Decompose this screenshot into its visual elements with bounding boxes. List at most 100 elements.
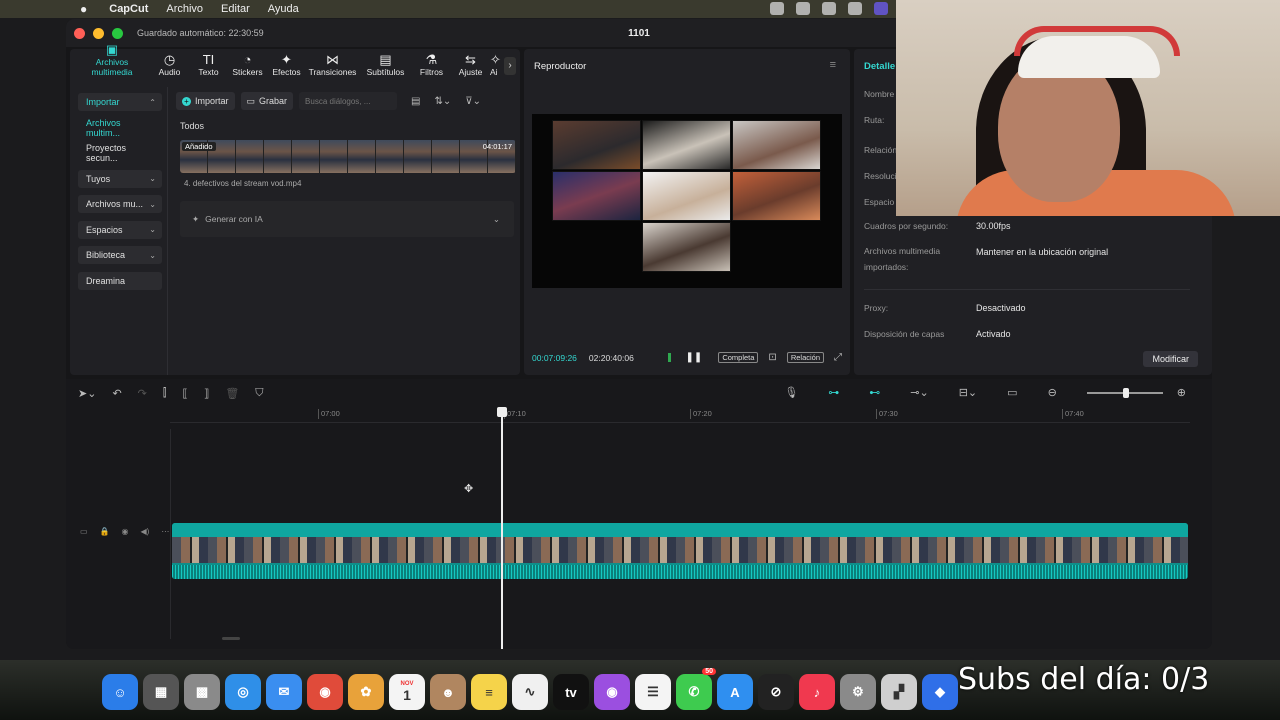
media-clip-thumbnail[interactable]: Añadido 04:01:17 xyxy=(180,140,516,173)
sidebar-item[interactable]: Archivos mu... ⌄ xyxy=(78,195,162,213)
ratio-button[interactable]: Relación xyxy=(786,352,824,363)
more-icon[interactable]: ⋯ xyxy=(161,527,169,536)
notes-icon[interactable]: ≡ xyxy=(471,674,507,710)
close-window-button[interactable] xyxy=(74,27,85,39)
trim-left-icon[interactable]: ⟦ xyxy=(182,387,187,400)
sort-icon[interactable]: ⇅⌄ xyxy=(435,96,452,107)
trim-right-icon[interactable]: ⟧ xyxy=(204,387,209,400)
zoom-in-icon[interactable]: ⊕ xyxy=(1177,386,1186,399)
import-button[interactable]: + Importar xyxy=(176,92,235,110)
launchpad-icon[interactable]: ▩ xyxy=(184,674,220,710)
music-icon[interactable]: ♪ xyxy=(799,674,835,710)
sidebar-item[interactable]: Tuyos ⌄ xyxy=(78,169,162,188)
tab-texto[interactable]: TI Texto xyxy=(189,52,228,77)
horizontal-scrollbar[interactable] xyxy=(222,637,240,640)
minimize-window-button[interactable] xyxy=(93,27,104,39)
lock-icon[interactable]: 🔒 xyxy=(100,527,110,536)
search-input[interactable] xyxy=(299,92,398,110)
zoom-out-icon[interactable]: ⊖ xyxy=(1048,386,1057,399)
video-track-clip[interactable] xyxy=(172,523,1188,579)
files-icon[interactable]: ▞ xyxy=(881,674,917,710)
audio-icon[interactable]: ◀) xyxy=(141,527,150,536)
status-icon[interactable] xyxy=(770,2,784,15)
shield-icon[interactable]: ⛉ xyxy=(255,387,263,400)
menu-help[interactable]: Ayuda xyxy=(268,3,299,15)
safari-icon[interactable]: ◎ xyxy=(225,674,261,710)
sidebar-item[interactable]: Proyectos secun... xyxy=(78,143,162,163)
mail-icon[interactable]: ✉ xyxy=(266,674,302,710)
caption-icon[interactable]: ▭ xyxy=(1007,386,1017,399)
appstore-icon[interactable]: A xyxy=(717,674,753,710)
generate-with-ai-button[interactable]: ✦ Generar con IA ⌄ xyxy=(180,201,514,237)
video-preview[interactable] xyxy=(532,114,842,288)
sidebar-item[interactable]: Dreamina xyxy=(78,271,162,290)
screenshot-icon[interactable]: ⊡ xyxy=(768,352,776,363)
volume-icon[interactable] xyxy=(848,2,862,15)
view-list-icon[interactable]: ▤ xyxy=(411,96,420,107)
tab-ajuste[interactable]: ⇆ Ajuste xyxy=(451,52,490,77)
tab-filtros[interactable]: ⚗ Filtros xyxy=(412,52,451,77)
sidebar-item[interactable]: Biblioteca ⌄ xyxy=(78,246,162,264)
roblox-icon[interactable]: ◆ xyxy=(922,674,958,710)
zoom-slider[interactable] xyxy=(1086,388,1163,398)
chevron-right-icon[interactable]: › xyxy=(504,57,516,75)
messages-icon[interactable]: ✆ 50 xyxy=(676,668,716,710)
chevron-icon: ⌃ xyxy=(149,97,156,107)
calendar-icon[interactable]: NOV 1 xyxy=(389,674,425,710)
status-icon[interactable] xyxy=(796,2,810,15)
link-clips-icon[interactable]: ⊶ xyxy=(828,386,839,399)
tab-archivos-multimedia[interactable]: ▣ Archivos multimedia xyxy=(74,42,150,77)
record-button[interactable]: ▭ Grabar xyxy=(240,92,294,110)
app-status-icon[interactable] xyxy=(874,2,888,15)
delete-icon[interactable]: 🗑 xyxy=(225,387,239,400)
settings-icon[interactable]: ⚙ xyxy=(840,674,876,710)
eye-icon[interactable]: ◉ xyxy=(122,527,129,536)
photos-icon[interactable]: ✿ xyxy=(348,674,384,710)
sidebar-item-label: Tuyos xyxy=(86,173,111,184)
tab-audio[interactable]: ◷ Audio xyxy=(150,52,189,77)
calculator-icon[interactable]: ▦ xyxy=(143,674,179,710)
menu-icon[interactable]: ≡ xyxy=(830,59,836,71)
link-icon[interactable]: ⊸⌄ xyxy=(910,386,928,399)
ruler-tick: 07:40 xyxy=(1062,409,1084,419)
menu-file[interactable]: Archivo xyxy=(166,3,203,15)
capcut-icon[interactable]: ⊘ xyxy=(758,674,794,710)
tab-transiciones[interactable]: ⋈ Transiciones xyxy=(306,52,359,77)
filter-all[interactable]: Todos xyxy=(180,121,204,131)
split-icon[interactable]: ⫿ xyxy=(163,387,167,400)
freeform-icon[interactable]: ∿ xyxy=(512,674,548,710)
tab-subt-tulos[interactable]: ▤ Subtítulos xyxy=(359,52,412,77)
reminders-icon[interactable]: ☰ xyxy=(635,674,671,710)
menu-edit[interactable]: Editar xyxy=(221,3,250,15)
zoom-slider-handle[interactable] xyxy=(1122,388,1129,398)
playhead[interactable] xyxy=(497,407,507,649)
sidebar-item[interactable]: Archivos multim... xyxy=(78,118,162,138)
display-icon[interactable] xyxy=(822,2,836,15)
fullscreen-icon[interactable]: ⤢ xyxy=(834,352,842,363)
menu-app-name[interactable]: CapCut xyxy=(109,3,148,15)
tab-stickers[interactable]: ◔ Stickers xyxy=(228,52,267,77)
magnet-icon[interactable]: ⊷ xyxy=(869,386,880,399)
cover-icon[interactable]: ▭ xyxy=(80,527,88,536)
apple-icon[interactable]: ● xyxy=(80,2,87,16)
complete-button[interactable]: Completa xyxy=(718,352,759,363)
contacts-icon[interactable]: ☻ xyxy=(430,674,466,710)
sidebar-item[interactable]: Importar ⌃ xyxy=(78,93,162,111)
select-tool-icon[interactable]: ➤⌄ xyxy=(78,387,96,400)
chrome-icon[interactable]: ◉ xyxy=(307,674,343,710)
maximize-window-button[interactable] xyxy=(112,27,123,39)
timeline-ruler[interactable]: 07:00 07:10 07:20 07:30 07:40 xyxy=(170,409,1190,423)
modify-button[interactable]: Modificar xyxy=(1143,351,1198,367)
pause-button[interactable]: ❚❚ xyxy=(686,352,703,363)
microphone-icon[interactable]: 🎙 xyxy=(784,386,798,399)
tab-efectos[interactable]: ✦ Efectos xyxy=(267,52,306,77)
redo-icon[interactable]: ↷ xyxy=(138,387,147,400)
finder-icon[interactable]: ☺ xyxy=(102,674,138,710)
undo-icon[interactable]: ↶ xyxy=(112,387,121,400)
appletv-icon[interactable]: tv xyxy=(553,674,589,710)
preview-axis-icon[interactable]: ⊟⌄ xyxy=(959,386,977,399)
filter-icon[interactable]: ⊽⌄ xyxy=(465,96,481,107)
total-time: 02:20:40:06 xyxy=(588,352,634,363)
podcasts-icon[interactable]: ◉ xyxy=(594,674,630,710)
sidebar-item[interactable]: Espacios ⌄ xyxy=(78,220,162,239)
